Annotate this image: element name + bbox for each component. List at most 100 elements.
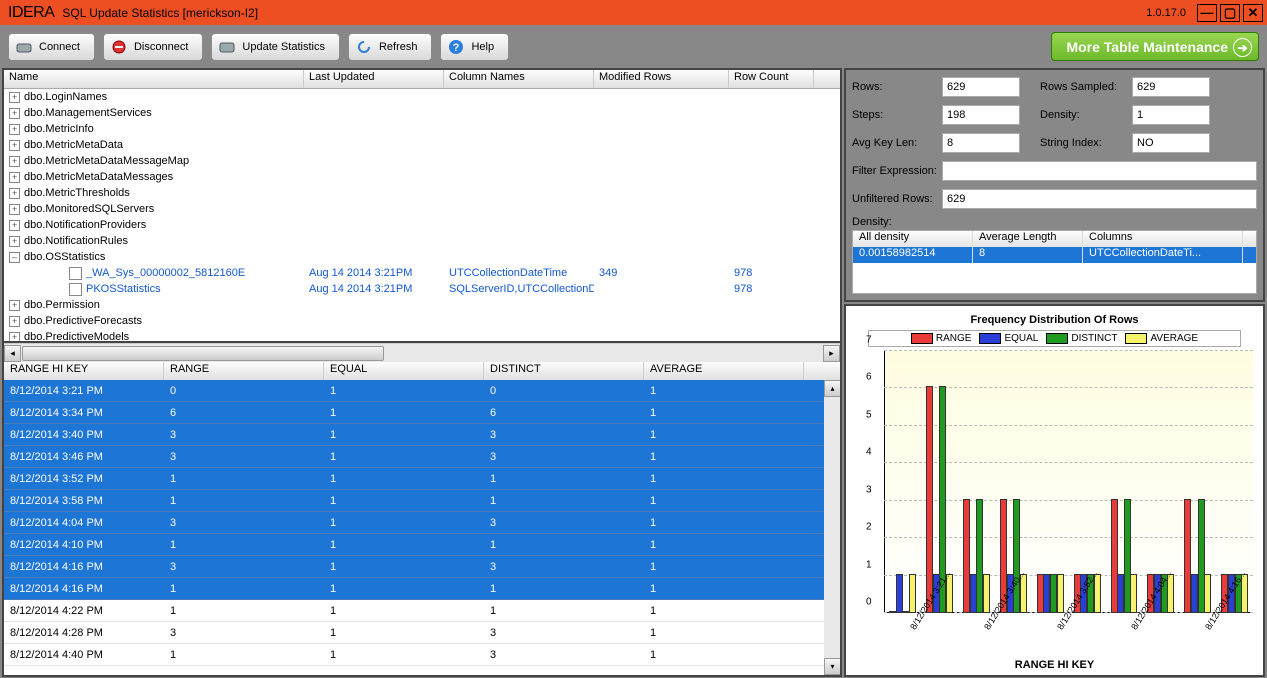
legend-item: RANGE	[911, 333, 972, 344]
expander-icon[interactable]: +	[9, 204, 20, 215]
scroll-up-arrow[interactable]: ▴	[824, 380, 840, 397]
histogram-row[interactable]: 8/12/2014 4:16 PM1111	[4, 578, 840, 600]
tree-leaf[interactable]: _WA_Sys_00000002_5812160E	[4, 267, 304, 280]
tree-leaf[interactable]: PKOSStatistics	[4, 283, 304, 296]
histogram-row[interactable]: 8/12/2014 3:21 PM0101	[4, 380, 840, 402]
help-button[interactable]: ?Help	[440, 33, 509, 61]
denshdr-avglength[interactable]: Average Length	[973, 231, 1083, 247]
histogram-row[interactable]: 8/12/2014 4:40 PM1131	[4, 644, 840, 666]
expander-icon[interactable]: –	[9, 252, 20, 263]
hist-col-distinct[interactable]: DISTINCT	[484, 362, 644, 380]
connect-button[interactable]: Connect	[8, 33, 95, 61]
scroll-down-arrow[interactable]: ▾	[824, 658, 840, 675]
refresh-button[interactable]: Refresh	[348, 33, 433, 61]
histogram-row[interactable]: 8/12/2014 4:22 PM1111	[4, 600, 840, 622]
close-button[interactable]: ✕	[1243, 4, 1263, 22]
expander-icon[interactable]: +	[9, 92, 20, 103]
checkbox[interactable]	[69, 283, 82, 296]
tree-node[interactable]: +dbo.MetricMetaDataMessageMap	[4, 155, 304, 167]
histogram-row[interactable]: 8/12/2014 3:40 PM3131	[4, 424, 840, 446]
histogram-row[interactable]: 8/12/2014 4:16 PM3131	[4, 556, 840, 578]
histogram-row[interactable]: 8/12/2014 4:04 PM3131	[4, 512, 840, 534]
tree-node[interactable]: + dbo.MetricMetaDataMessages	[4, 171, 304, 183]
steps-field[interactable]	[942, 105, 1020, 125]
unfilteredrows-field[interactable]	[942, 189, 1257, 209]
col-column-names[interactable]: Column Names	[444, 70, 594, 88]
denshdr-alldensity[interactable]: All density	[853, 231, 973, 247]
cell-equal: 1	[324, 495, 484, 507]
rows-field[interactable]	[942, 77, 1020, 97]
hist-col-range[interactable]: RANGE	[164, 362, 324, 380]
disconnect-button[interactable]: Disconnect	[103, 33, 203, 61]
minimize-button[interactable]: —	[1197, 4, 1217, 22]
scroll-right-arrow[interactable]: ▸	[823, 345, 840, 362]
tree-node[interactable]: +dbo.MetricMetaData	[4, 139, 304, 151]
tree-node[interactable]: –dbo.OSStatistics	[4, 251, 304, 263]
density-row[interactable]: 0.00158982514 8 UTCCollectionDateTi...	[853, 247, 1256, 263]
expander-icon[interactable]: +	[9, 124, 20, 135]
maximize-button[interactable]: ▢	[1220, 4, 1240, 22]
col-row-count[interactable]: Row Count	[729, 70, 814, 88]
avgkeylen-field[interactable]	[942, 133, 1020, 153]
rows-sampled-field[interactable]	[1132, 77, 1210, 97]
histogram-row[interactable]: 8/12/2014 3:58 PM1111	[4, 490, 840, 512]
expander-icon[interactable]: +	[9, 108, 20, 119]
hist-col-rangehikey[interactable]: RANGE HI KEY	[4, 362, 164, 380]
tree-node-label: dbo.MonitoredSQLServers	[24, 203, 154, 215]
expander-icon[interactable]: +	[9, 140, 20, 151]
histogram-row[interactable]: 8/12/2014 4:10 PM1111	[4, 534, 840, 556]
histogram-vertical-scrollbar[interactable]: ▴ ▾	[824, 380, 840, 675]
density-field[interactable]	[1132, 105, 1210, 125]
tree-node[interactable]: + dbo.MonitoredSQLServers	[4, 203, 304, 215]
expander-icon[interactable]: +	[9, 300, 20, 311]
update-statistics-button[interactable]: Update Statistics	[211, 33, 340, 61]
y-tick: 4	[866, 447, 872, 458]
col-name[interactable]: Name	[4, 70, 304, 88]
cell-equal: 1	[324, 539, 484, 551]
filterexpr-field[interactable]	[942, 161, 1257, 181]
tree-node[interactable]: +dbo.NotificationProviders	[4, 219, 304, 231]
histogram-row[interactable]: 8/12/2014 3:34 PM6161	[4, 402, 840, 424]
chart-bar	[983, 574, 990, 613]
expander-icon[interactable]: +	[9, 316, 20, 327]
scroll-thumb[interactable]	[22, 346, 384, 361]
tree-node[interactable]: +dbo.LoginNames	[4, 91, 304, 103]
expander-icon[interactable]: +	[9, 332, 20, 343]
checkbox[interactable]	[69, 267, 82, 280]
tree-node[interactable]: +dbo.ManagementServices	[4, 107, 304, 119]
cell-rangehikey: 8/12/2014 4:22 PM	[4, 605, 164, 617]
col-modified-rows[interactable]: Modified Rows	[594, 70, 729, 88]
tree-node[interactable]: +dbo.PredictiveForecasts	[4, 315, 304, 327]
tree-node[interactable]: +dbo.NotificationRules	[4, 235, 304, 247]
cell-range: 3	[164, 627, 324, 639]
tree-node[interactable]: +dbo.MetricThresholds	[4, 187, 304, 199]
legend-label: DISTINCT	[1071, 333, 1117, 344]
histogram-body[interactable]: 8/12/2014 3:21 PM01018/12/2014 3:34 PM61…	[4, 380, 840, 675]
scroll-left-arrow[interactable]: ◂	[4, 345, 21, 362]
denshdr-columns[interactable]: Columns	[1083, 231, 1243, 247]
tree-node-label: dbo.MetricMetaDataMessages	[24, 171, 173, 183]
histogram-row[interactable]: 8/12/2014 3:46 PM3131	[4, 446, 840, 468]
tree-node[interactable]: +dbo.MetricInfo	[4, 123, 304, 135]
expander-icon[interactable]: +	[9, 156, 20, 167]
tree-horizontal-scrollbar[interactable]: ◂ ▸	[4, 343, 840, 362]
legend-swatch	[979, 333, 1001, 344]
stringindex-field[interactable]	[1132, 133, 1210, 153]
cell-distinct: 3	[484, 561, 644, 573]
cell-average: 1	[644, 429, 804, 441]
col-last-updated[interactable]: Last Updated	[304, 70, 444, 88]
expander-icon[interactable]: +	[9, 188, 20, 199]
tree-node[interactable]: +dbo.PredictiveModels	[4, 331, 304, 343]
density-table[interactable]: All density Average Length Columns 0.001…	[852, 230, 1257, 294]
tree-node[interactable]: +dbo.Permission	[4, 299, 304, 311]
hist-col-equal[interactable]: EQUAL	[324, 362, 484, 380]
histogram-row[interactable]: 8/12/2014 4:28 PM3131	[4, 622, 840, 644]
histogram-row[interactable]: 8/12/2014 3:52 PM1111	[4, 468, 840, 490]
more-table-maintenance-button[interactable]: More Table Maintenance➔	[1051, 32, 1259, 61]
hist-col-average[interactable]: AVERAGE	[644, 362, 804, 380]
cell-rangehikey: 8/12/2014 3:58 PM	[4, 495, 164, 507]
expander-icon[interactable]: +	[9, 220, 20, 231]
expander-icon[interactable]: +	[9, 236, 20, 247]
tree-body[interactable]: +dbo.LoginNames+dbo.ManagementServices+d…	[4, 89, 840, 343]
expander-icon[interactable]: +	[9, 172, 20, 183]
